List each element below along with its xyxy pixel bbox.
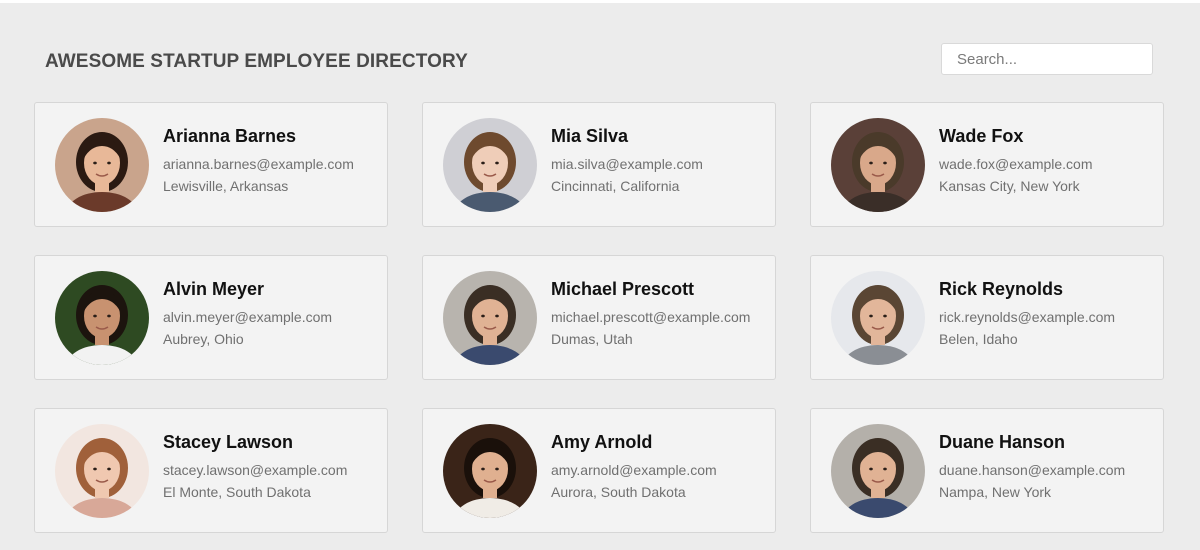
- employee-grid: Arianna Barnes arianna.barnes@example.co…: [34, 102, 1164, 533]
- employee-card[interactable]: Alvin Meyer alvin.meyer@example.com Aubr…: [34, 255, 388, 380]
- avatar: [831, 270, 925, 365]
- avatar: [55, 423, 149, 518]
- employee-email: duane.hanson@example.com: [939, 462, 1126, 478]
- employee-name: Stacey Lawson: [163, 432, 294, 452]
- employee-name: Arianna Barnes: [163, 126, 297, 146]
- avatar: [831, 423, 925, 518]
- employee-name: Amy Arnold: [551, 432, 653, 452]
- employee-location: Cincinnati, California: [551, 178, 680, 194]
- employee-name: Michael Prescott: [551, 279, 695, 299]
- employee-location: Dumas, Utah: [551, 331, 633, 347]
- avatar: [55, 270, 149, 365]
- employee-email: alvin.meyer@example.com: [163, 309, 333, 325]
- avatar: [831, 117, 925, 212]
- employee-card[interactable]: Wade Fox wade.fox@example.com Kansas Cit…: [810, 102, 1164, 227]
- employee-name: Rick Reynolds: [939, 279, 1064, 299]
- employee-card[interactable]: Amy Arnold amy.arnold@example.com Aurora…: [422, 408, 776, 533]
- avatar: [443, 117, 537, 212]
- page-title: AWESOME STARTUP EMPLOYEE DIRECTORY: [45, 51, 468, 72]
- employee-email: arianna.barnes@example.com: [163, 156, 354, 172]
- avatar: [55, 117, 149, 212]
- employee-email: mia.silva@example.com: [551, 156, 703, 172]
- employee-card[interactable]: Duane Hanson duane.hanson@example.com Na…: [810, 408, 1164, 533]
- employee-email: stacey.lawson@example.com: [163, 462, 348, 478]
- employee-location: Aurora, South Dakota: [551, 484, 686, 500]
- employee-email: amy.arnold@example.com: [551, 462, 717, 478]
- employee-name: Wade Fox: [939, 126, 1024, 146]
- employee-email: wade.fox@example.com: [939, 156, 1093, 172]
- employee-card[interactable]: Mia Silva mia.silva@example.com Cincinna…: [422, 102, 776, 227]
- employee-card[interactable]: Michael Prescott michael.prescott@exampl…: [422, 255, 776, 380]
- employee-card[interactable]: Arianna Barnes arianna.barnes@example.co…: [34, 102, 388, 227]
- employee-location: Nampa, New York: [939, 484, 1052, 500]
- employee-location: Lewisville, Arkansas: [163, 178, 289, 194]
- employee-email: michael.prescott@example.com: [551, 309, 751, 325]
- employee-name: Mia Silva: [551, 126, 629, 146]
- employee-name: Alvin Meyer: [163, 279, 265, 299]
- employee-card[interactable]: Stacey Lawson stacey.lawson@example.com …: [34, 408, 388, 533]
- search-input[interactable]: [941, 43, 1153, 75]
- employee-location: Aubrey, Ohio: [163, 331, 244, 347]
- employee-email: rick.reynolds@example.com: [939, 309, 1116, 325]
- employee-name: Duane Hanson: [939, 432, 1066, 452]
- employee-location: El Monte, South Dakota: [163, 484, 311, 500]
- employee-location: Kansas City, New York: [939, 178, 1080, 194]
- avatar: [443, 423, 537, 518]
- directory-page: AWESOME STARTUP EMPLOYEE DIRECTORY Arian…: [0, 0, 1200, 550]
- employee-card[interactable]: Rick Reynolds rick.reynolds@example.com …: [810, 255, 1164, 380]
- employee-location: Belen, Idaho: [939, 331, 1018, 347]
- avatar: [443, 270, 537, 365]
